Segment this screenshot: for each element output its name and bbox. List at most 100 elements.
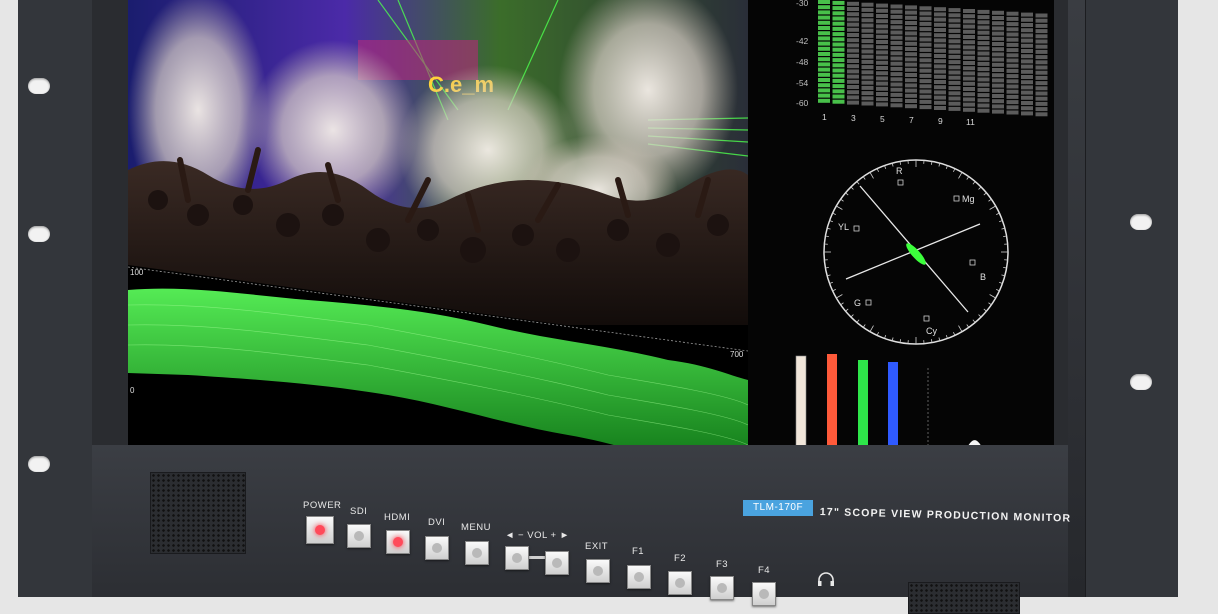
meter-segment [963,97,975,101]
meter-segment [818,47,830,51]
vol-down-button[interactable] [505,546,529,570]
mount-hole [28,78,50,94]
meter-segment [963,61,975,65]
meter-segment [891,83,903,87]
hdmi-button[interactable] [386,530,410,554]
meter-segment [818,94,830,98]
meter-segment [963,56,975,60]
meter-segment [862,18,874,22]
meter-segment [847,7,859,11]
meter-segment [862,65,874,69]
meter-segment [862,24,874,28]
meter-segment [978,57,990,61]
meter-segment [876,102,888,106]
dvi-button[interactable] [425,536,449,560]
channel-label: 7 [909,115,914,125]
vectorscope-tick [979,315,981,317]
meter-segment [949,29,961,33]
meter-segment [1036,24,1048,28]
power-button[interactable] [306,516,334,544]
f2-button[interactable] [668,571,692,595]
meter-segment [847,69,859,73]
meter-segment [978,46,990,50]
meter-segment [963,71,975,75]
meter-segment [1007,33,1019,37]
meter-segment [920,22,932,26]
meter-segment [978,98,990,102]
meter-segment [905,89,917,93]
waveform-scale-bottom: 0 [130,386,135,395]
vectorscope-tick [988,199,991,201]
meter-segment [934,96,946,100]
meter-segment [920,48,932,52]
meter-segment [963,92,975,96]
meter-segment [818,57,830,61]
f1-button[interactable] [627,565,651,589]
exit-button[interactable] [586,559,610,583]
vol-up-button[interactable] [545,551,569,575]
vectorscope-tick [979,187,981,189]
meter-segment [862,70,874,74]
vectorscope-target-mg: Mg [962,194,975,204]
meter-segment [934,106,946,110]
meter-segment [1036,76,1048,80]
meter-segment [1007,43,1019,47]
meter-segment [1007,100,1019,104]
dvi-label: DVI [428,517,445,528]
meter-segment [1021,28,1033,32]
meter-segment [905,26,917,30]
meter-segment [992,47,1004,51]
vol-label: ◄ − VOL + ► [505,530,570,541]
meter-segment [978,104,990,108]
f4-label: F4 [758,565,770,576]
meter-segment [876,24,888,28]
meter-segment [992,16,1004,20]
meter-segment [891,93,903,97]
headphone-icon [816,570,836,588]
meter-segment [862,102,874,106]
meter-segment [949,86,961,90]
sdi-button[interactable] [347,524,371,548]
meter-segment [876,66,888,70]
meter-segment [992,26,1004,30]
vectorscope-tick [973,182,975,185]
meter-segment [1021,85,1033,89]
meter-segment [1007,90,1019,94]
meter-segment [818,62,830,66]
meter-segment [949,65,961,69]
meter-segment [862,44,874,48]
vectorscope: R Mg YL B G Cy [818,144,1018,356]
vectorscope-tick [990,206,996,210]
vectorscope-tick [841,303,844,305]
meter-segment [1007,12,1019,16]
meter-segment [833,11,845,15]
meter-segment [891,46,903,50]
meter-segment [963,30,975,34]
channel-label: 1 [822,112,827,122]
meter-segment [905,21,917,25]
meter-segment [992,99,1004,103]
vectorscope-tick [836,295,842,299]
meter-segment [992,11,1004,15]
meter-segment [1036,50,1048,54]
f4-button[interactable] [752,582,776,606]
meter-segment [876,30,888,34]
meter-segment [833,37,845,41]
meter-segment [920,95,932,99]
meter-segment [1021,96,1033,100]
meter-segment [1007,59,1019,63]
vectorscope-tick [946,166,947,169]
meter-segment [949,34,961,38]
meter-segment [1036,102,1048,106]
menu-button[interactable] [465,541,489,565]
meter-segment [934,90,946,94]
meter-segment [978,10,990,14]
f3-button[interactable] [710,576,734,600]
meter-segment [818,52,830,56]
meter-segment [1036,66,1048,70]
vectorscope-tick [863,177,865,180]
meter-segment [833,95,845,99]
meter-segment [862,76,874,80]
meter-segment [992,89,1004,93]
meter-segment [818,99,830,103]
